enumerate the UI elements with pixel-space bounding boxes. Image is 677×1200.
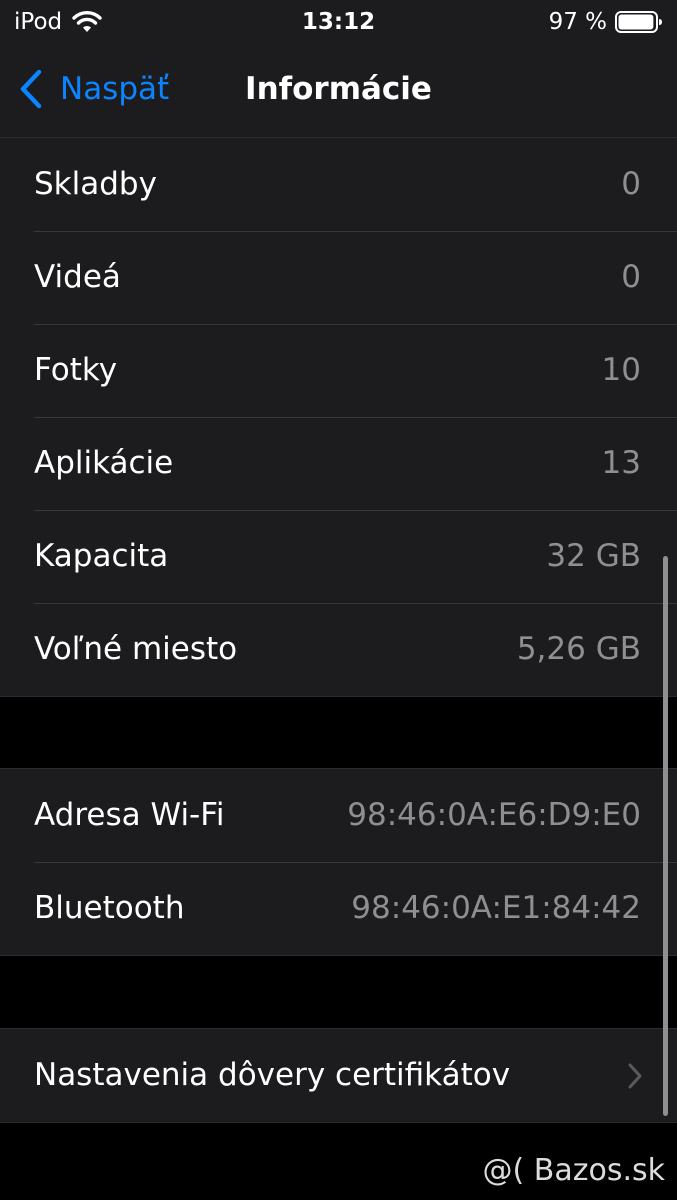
row-value: 5,26 GB — [516, 631, 641, 667]
row-value: 10 — [601, 352, 641, 388]
list-item-aplikacie: Aplikácie 13 — [0, 417, 677, 510]
row-value: 0 — [621, 259, 641, 295]
row-label: Adresa Wi-Fi — [34, 797, 225, 833]
row-label: Aplikácie — [34, 445, 174, 481]
row-value: 0 — [621, 166, 641, 202]
row-label: Nastavenia dôvery certifikátov — [34, 1057, 511, 1093]
header: iPod 13:12 97 % Naspäť Informácie — [0, 0, 677, 137]
page-title: Informácie — [245, 71, 432, 107]
list-item-fotky: Fotky 10 — [0, 324, 677, 417]
row-value: 98:46:0A:E1:84:42 — [351, 890, 641, 926]
list-item-volne-miesto: Voľné miesto 5,26 GB — [0, 603, 677, 696]
row-label: Kapacita — [34, 538, 169, 574]
media-section: Skladby 0 Videá 0 Fotky 10 Aplikácie 13 … — [0, 137, 677, 697]
row-value: 32 GB — [546, 538, 641, 574]
network-section: Adresa Wi-Fi 98:46:0A:E6:D9:E0 Bluetooth… — [0, 768, 677, 956]
certificate-trust-settings-item[interactable]: Nastavenia dôvery certifikátov — [0, 1029, 677, 1122]
row-label: Voľné miesto — [34, 631, 238, 667]
row-label: Skladby — [34, 166, 157, 202]
chevron-right-icon — [628, 1063, 642, 1089]
battery-percentage: 97 % — [548, 9, 607, 35]
row-value: 13 — [601, 445, 641, 481]
row-label: Bluetooth — [34, 890, 185, 926]
row-value: 98:46:0A:E6:D9:E0 — [347, 797, 641, 833]
list-item-bluetooth: Bluetooth 98:46:0A:E1:84:42 — [0, 862, 677, 955]
battery-icon — [615, 11, 662, 33]
watermark: @( Bazos.sk — [482, 1153, 665, 1188]
certificate-section: Nastavenia dôvery certifikátov — [0, 1028, 677, 1123]
list-item-kapacita: Kapacita 32 GB — [0, 510, 677, 603]
list-item-skladby: Skladby 0 — [0, 138, 677, 231]
list-item-videa: Videá 0 — [0, 231, 677, 324]
row-label: Fotky — [34, 352, 118, 388]
scrollbar[interactable] — [663, 556, 668, 1116]
row-label: Videá — [34, 259, 121, 295]
list-item-wifi-address: Adresa Wi-Fi 98:46:0A:E6:D9:E0 — [0, 769, 677, 862]
status-bar-right: 97 % — [549, 6, 663, 38]
